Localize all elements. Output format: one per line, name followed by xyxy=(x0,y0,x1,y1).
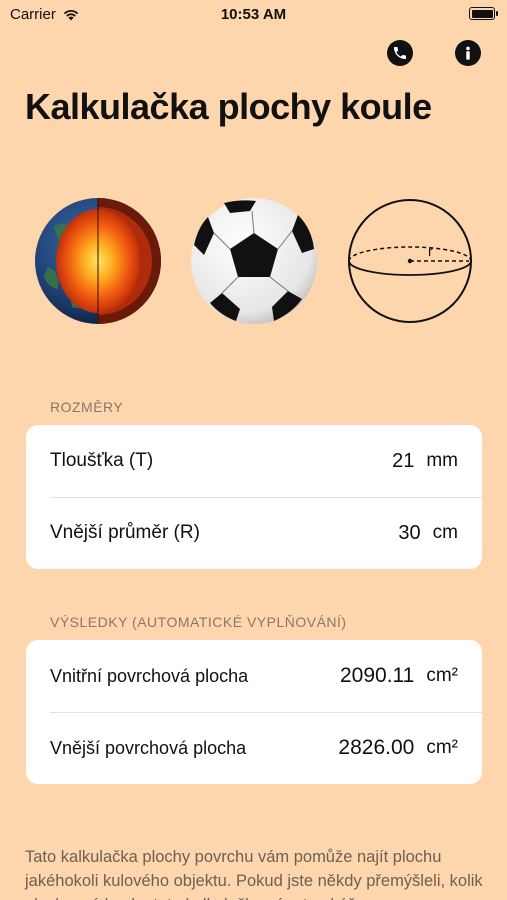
dimensions-card: Tloušťka (T) 21 mm Vnější průměr (R) 30 … xyxy=(26,425,482,569)
illustrations: r xyxy=(34,197,474,327)
thickness-input[interactable]: 21 xyxy=(392,450,414,473)
info-icon[interactable] xyxy=(455,40,481,66)
inner-area-row: Vnitřní povrchová plocha 2090.11 cm² xyxy=(26,640,482,712)
status-bar: Carrier 10:53 AM xyxy=(0,0,507,30)
description-text: Tato kalkulačka plochy povrchu vám pomůž… xyxy=(25,848,483,900)
thickness-unit-select[interactable]: mm xyxy=(426,450,458,472)
thickness-row[interactable]: Tloušťka (T) 21 mm xyxy=(26,425,482,497)
radius-label: r xyxy=(428,243,433,259)
outer-area-label: Vnější povrchová plocha xyxy=(50,737,247,758)
outer-area-value: 2826.00 xyxy=(338,736,415,759)
soccer-ball-image xyxy=(191,198,317,324)
battery-icon xyxy=(469,7,498,20)
outer-diameter-input[interactable]: 30 xyxy=(398,522,420,545)
page-title: Kalkulačka plochy koule xyxy=(25,86,432,127)
sphere-diagram-image: r xyxy=(348,199,472,323)
status-time: 10:53 AM xyxy=(220,6,287,23)
results-section-label: VÝSLEDKY (AUTOMATICKÉ VYPLŇOVÁNÍ) xyxy=(50,614,347,630)
outer-diameter-row[interactable]: Vnější průměr (R) 30 cm xyxy=(26,497,482,569)
inner-area-value: 2090.11 xyxy=(339,664,415,687)
thickness-label: Tloušťka (T) xyxy=(50,450,154,471)
outer-area-unit-select[interactable]: cm² xyxy=(426,737,458,759)
phone-icon[interactable] xyxy=(387,40,413,66)
results-card: Vnitřní povrchová plocha 2090.11 cm² Vně… xyxy=(26,640,482,784)
header-actions xyxy=(387,40,481,66)
outer-diameter-unit-select[interactable]: cm xyxy=(433,522,458,544)
outer-diameter-label: Vnější průměr (R) xyxy=(50,522,200,543)
dimensions-section-label: ROZMĚRY xyxy=(50,399,124,415)
inner-area-label: Vnitřní povrchová plocha xyxy=(50,665,249,686)
inner-area-unit-select[interactable]: cm² xyxy=(426,665,458,687)
earth-core-image xyxy=(35,198,161,324)
outer-area-row: Vnější povrchová plocha 2826.00 cm² xyxy=(26,712,482,784)
